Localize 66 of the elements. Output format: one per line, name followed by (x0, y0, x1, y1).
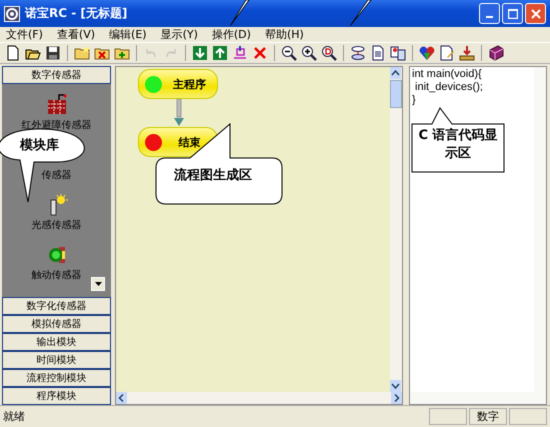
node-label: 结束 (177, 134, 202, 150)
status-panel (429, 408, 467, 425)
zoom-out-icon[interactable] (280, 44, 298, 62)
horizontal-scrollbar[interactable] (116, 392, 402, 404)
menu-item[interactable]: 操作(D) (212, 27, 251, 42)
connector-arrow (172, 99, 186, 127)
section-header[interactable]: 时间模块 (2, 351, 111, 369)
heart-icon[interactable] (418, 44, 436, 62)
section-header[interactable]: 数字传感器 (2, 66, 111, 84)
callout-text: 模块库 (20, 136, 59, 152)
close-icon (530, 8, 540, 18)
scroll-down-button[interactable] (91, 277, 105, 291)
menu-item[interactable]: 编辑(E) (109, 27, 147, 42)
scroll-thumb[interactable] (390, 80, 402, 108)
menu-item[interactable]: 帮助(H) (264, 27, 304, 42)
documents-icon[interactable] (389, 44, 407, 62)
status-indicator: 数字 (469, 408, 507, 425)
section-header[interactable]: 程序模块 (2, 387, 111, 405)
minimize-icon (486, 16, 493, 18)
callout-text: C 语言代码显示区 (418, 127, 498, 163)
menu-item[interactable]: 查看(V) (56, 27, 96, 42)
section-header[interactable]: 输出模块 (2, 333, 111, 351)
scroll-right-icon[interactable] (391, 392, 402, 404)
scroll-down-icon[interactable] (390, 380, 401, 392)
leader-line (350, 0, 372, 26)
zoom-in-icon[interactable] (300, 44, 318, 62)
app-icon (4, 6, 20, 22)
status-panel (509, 408, 547, 425)
book-icon[interactable] (487, 44, 505, 62)
caret-icon (94, 282, 102, 286)
code-line: int main(void){ (412, 68, 483, 81)
menu-item[interactable]: 文件(F) (6, 27, 43, 42)
module-label[interactable]: 触动传感器 (32, 268, 82, 282)
maximize-button[interactable] (502, 3, 523, 24)
module-label[interactable]: 传感器 (42, 168, 72, 182)
minimize-button[interactable] (479, 3, 500, 24)
down-arrow-icon[interactable] (191, 44, 209, 62)
section-header[interactable]: 数字化传感器 (2, 297, 111, 315)
status-text: 就绪 (3, 409, 26, 424)
module-label[interactable]: 红外避障传感器 (22, 118, 92, 132)
edit-icon[interactable] (438, 44, 456, 62)
insert-icon[interactable] (231, 44, 249, 62)
maximize-icon (508, 8, 518, 18)
zoom-icon[interactable] (320, 44, 338, 62)
callout-text: 流程图生成区 (174, 166, 252, 184)
scroll-left-icon[interactable] (116, 392, 127, 404)
flowchart-node[interactable]: 主程序 (138, 69, 218, 99)
node-label: 主程序 (172, 76, 207, 92)
leader-line (230, 0, 250, 26)
download-icon[interactable] (458, 44, 476, 62)
window-title: 诺宝RC - [无标题] (25, 5, 128, 22)
folder-star-icon[interactable] (73, 44, 91, 62)
save-icon[interactable] (44, 44, 62, 62)
section-header[interactable]: 模拟传感器 (2, 315, 111, 333)
flow-icon[interactable] (349, 44, 367, 62)
menu-item[interactable]: 显示(Y) (160, 27, 198, 42)
section-header[interactable]: 流程控制模块 (2, 369, 111, 387)
scroll-up-icon[interactable] (390, 67, 401, 79)
module-label[interactable]: 光感传感器 (32, 218, 82, 232)
vertical-scrollbar[interactable] (390, 67, 402, 392)
code-line: } (412, 94, 417, 107)
close-button[interactable] (525, 3, 546, 24)
vertical-scrollbar[interactable] (534, 67, 546, 392)
up-arrow-icon[interactable] (211, 44, 229, 62)
horizontal-scrollbar[interactable] (410, 392, 546, 404)
code-line: init_devices(); (414, 81, 484, 94)
